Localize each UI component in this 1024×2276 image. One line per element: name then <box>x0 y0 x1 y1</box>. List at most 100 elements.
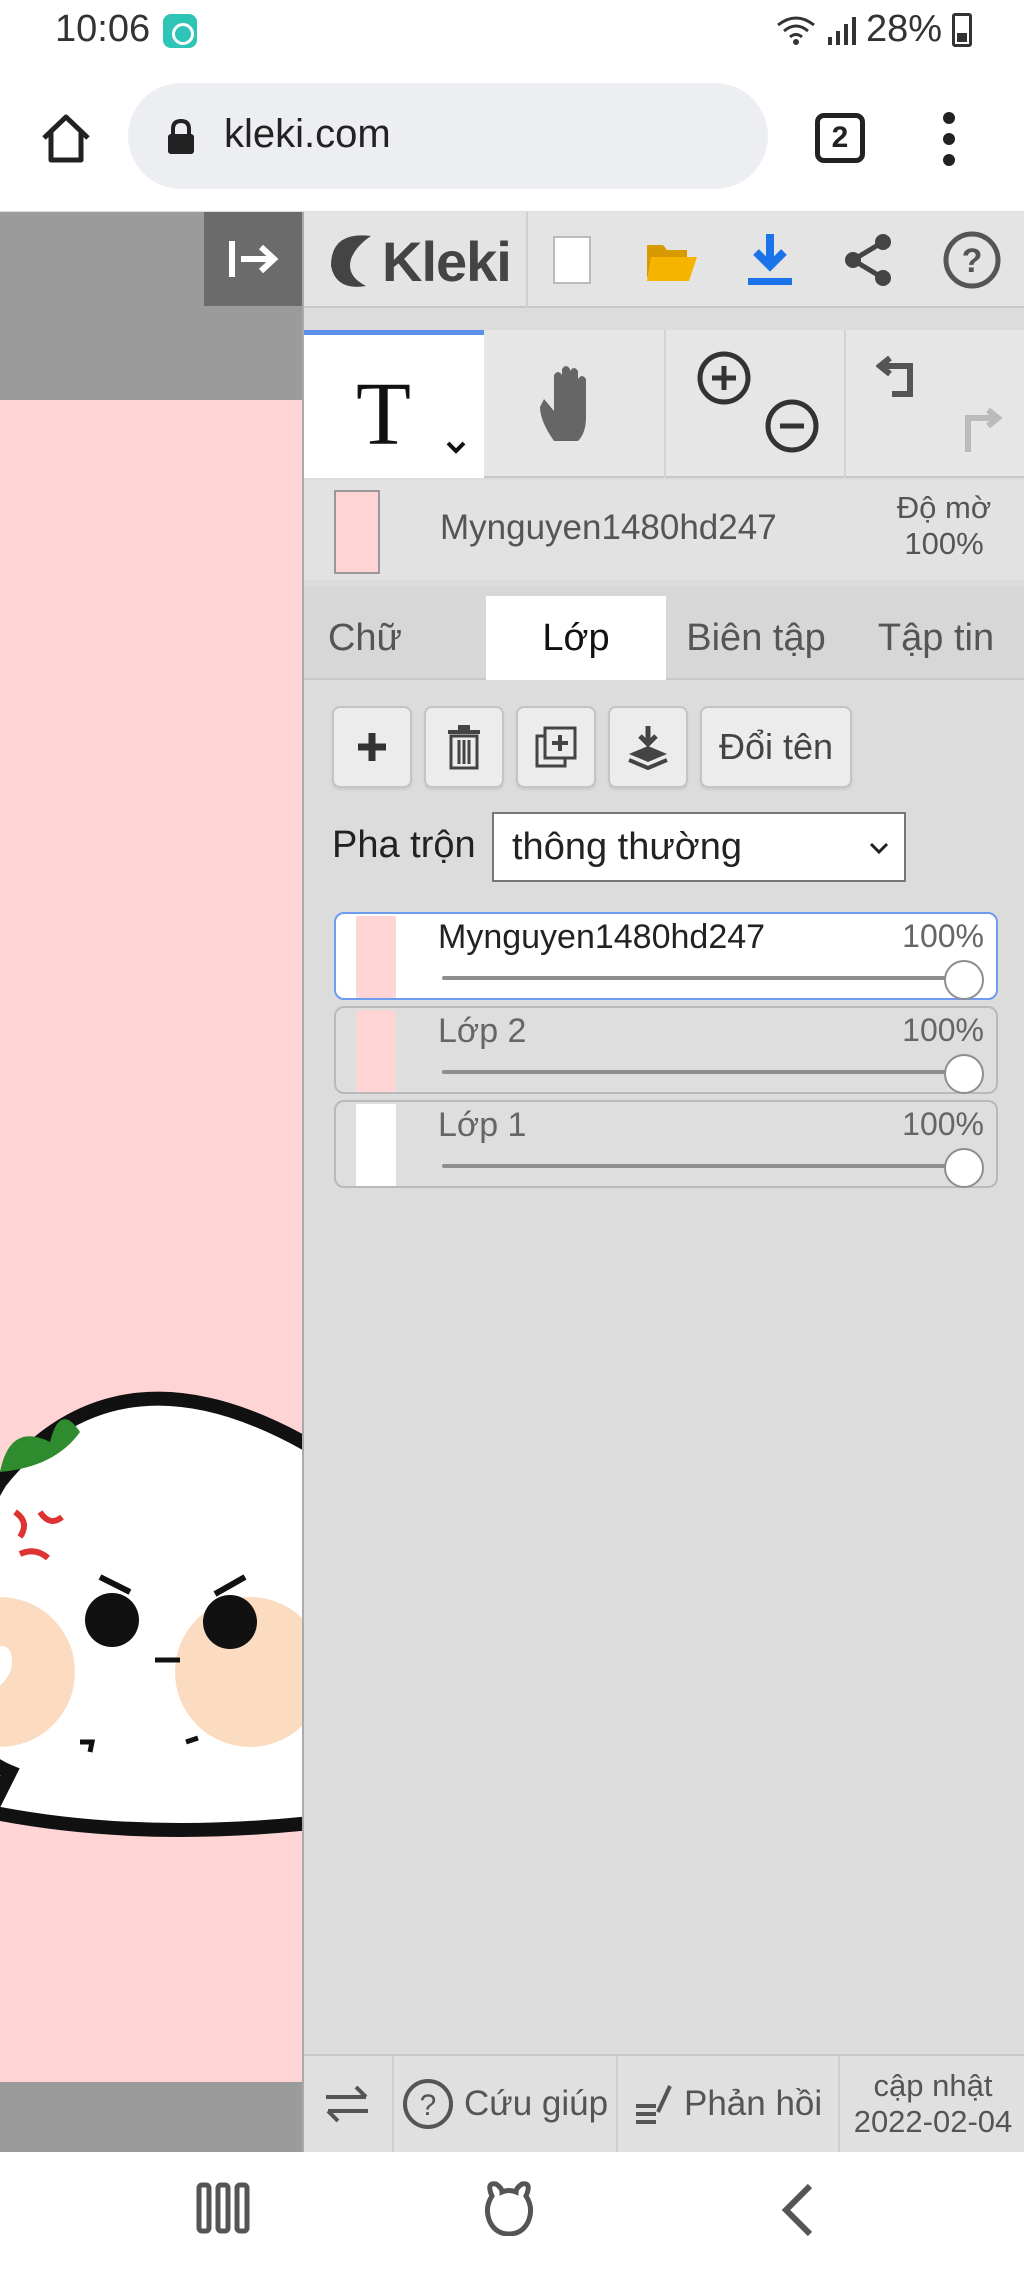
lock-icon <box>168 118 194 154</box>
update-label: cập nhật <box>873 2068 993 2103</box>
collapse-arrow-icon <box>229 241 279 277</box>
new-file-icon[interactable] <box>540 228 604 292</box>
redo-icon[interactable] <box>946 402 1002 458</box>
zoom-controls <box>666 330 846 478</box>
status-indicators: 28% <box>776 8 972 51</box>
layer-opacity: 100% <box>902 918 984 954</box>
feedback-button[interactable]: Phản hồi <box>634 2056 822 2152</box>
help-button[interactable]: ? Cứu giúp <box>402 2056 608 2152</box>
hand-icon <box>540 366 586 441</box>
side-panel: Kleki ? T Mynguyen1480hd247 Độ mờ 100% C… <box>302 212 1024 2152</box>
swap-side-button[interactable] <box>322 2056 372 2152</box>
panel-tabs: Chữ Lớp Biên tập Tập tin <box>304 586 1024 680</box>
tab-switcher-button[interactable]: 2 <box>815 113 865 163</box>
svg-text:?: ? <box>962 242 983 280</box>
chevron-down-icon[interactable] <box>444 435 468 459</box>
hand-tool-button[interactable] <box>484 330 666 478</box>
canvas-margin-bottom <box>0 2082 302 2152</box>
merge-down-button[interactable] <box>608 706 688 788</box>
wifi-icon <box>777 16 815 45</box>
tab-file[interactable]: Tập tin <box>846 596 1024 680</box>
layer-item[interactable]: Mynguyen1480hd247 100% <box>334 912 998 1000</box>
opacity-display: Độ mờ 100% <box>864 490 1024 562</box>
app-notification-icon <box>163 14 197 48</box>
text-tool-glyph: T <box>356 365 411 464</box>
layer-thumbnail <box>356 916 396 998</box>
opacity-slider-handle[interactable] <box>944 1148 984 1188</box>
layer-opacity: 100% <box>902 1012 984 1048</box>
blend-mode-select[interactable]: thông thường <box>492 812 906 882</box>
merge-down-icon <box>628 726 668 770</box>
back-icon[interactable] <box>778 2182 818 2238</box>
opacity-slider-track[interactable] <box>442 1164 956 1168</box>
layer-thumbnail <box>356 1104 396 1186</box>
app-name: Kleki <box>382 229 512 293</box>
swap-icon <box>326 2085 368 2123</box>
layer-item[interactable]: Lớp 2 100% <box>334 1006 998 1094</box>
opacity-label: Độ mờ <box>896 490 992 525</box>
tool-row: T <box>304 330 1024 478</box>
drawing-canvas[interactable] <box>0 212 302 2152</box>
opacity-slider-handle[interactable] <box>944 1054 984 1094</box>
update-date: 2022-02-04 <box>853 2104 1013 2139</box>
duplicate-icon <box>535 726 577 768</box>
layer-opacity: 100% <box>902 1106 984 1142</box>
layer-name: Lớp 2 <box>438 1012 527 1050</box>
browser-menu-icon[interactable] <box>935 108 963 168</box>
blend-mode-value: thông thường <box>512 826 742 868</box>
opacity-slider-handle[interactable] <box>944 960 984 1000</box>
zoom-in-icon[interactable] <box>696 350 752 406</box>
current-layer-name: Mynguyen1480hd247 <box>440 508 777 547</box>
download-icon[interactable] <box>738 228 802 292</box>
kleki-logo-icon <box>331 235 371 287</box>
current-layer-thumbnail[interactable] <box>334 490 380 574</box>
panel-top-bar: Kleki ? <box>304 212 1024 308</box>
recent-apps-icon[interactable] <box>196 2182 250 2234</box>
text-tool-button[interactable]: T <box>304 330 484 478</box>
layer-name: Mynguyen1480hd247 <box>438 918 766 956</box>
feedback-icon <box>636 2085 672 2124</box>
opacity-slider-track[interactable] <box>442 976 956 980</box>
system-nav-bar <box>0 2152 1024 2276</box>
add-layer-button[interactable] <box>332 706 412 788</box>
mascot-drawing <box>0 1391 302 1837</box>
layer-thumbnail <box>356 1010 396 1092</box>
chevron-down-icon <box>869 842 889 855</box>
opacity-slider-track[interactable] <box>442 1070 956 1074</box>
home-bear-icon[interactable] <box>482 2178 536 2236</box>
duplicate-layer-button[interactable] <box>516 706 596 788</box>
zoom-out-icon[interactable] <box>764 398 820 454</box>
tab-text[interactable]: Chữ <box>304 596 426 680</box>
battery-percent: 28% <box>865 8 942 50</box>
help-label: Cứu giúp <box>464 2084 609 2123</box>
signal-icon <box>827 16 856 45</box>
home-icon[interactable] <box>38 110 94 166</box>
tab-layers[interactable]: Lớp <box>486 596 666 680</box>
feedback-label: Phản hồi <box>684 2084 823 2123</box>
layer-name: Lớp 1 <box>438 1106 527 1144</box>
trash-icon <box>448 725 480 770</box>
blend-mode-label: Pha trộn <box>332 824 476 866</box>
layer-item[interactable]: Lớp 1 100% <box>334 1100 998 1188</box>
help-icon: ? <box>403 2079 453 2129</box>
update-info[interactable]: cập nhật 2022-02-04 <box>848 2056 1018 2152</box>
opacity-value: 100% <box>904 526 984 561</box>
status-bar: 10:06 28% <box>0 0 1024 62</box>
history-controls <box>846 330 1024 478</box>
collapse-panel-button[interactable] <box>204 212 302 306</box>
help-icon[interactable]: ? <box>940 228 1004 292</box>
current-layer-info: Mynguyen1480hd247 Độ mờ 100% <box>304 480 1024 580</box>
svg-text:?: ? <box>420 2089 437 2122</box>
delete-layer-button[interactable] <box>424 706 504 788</box>
battery-icon <box>952 12 972 47</box>
open-folder-icon[interactable] <box>640 228 704 292</box>
panel-footer: ? Cứu giúp Phản hồi cập nhật 2022-02-04 <box>304 2054 1024 2152</box>
tab-edit[interactable]: Biên tập <box>666 596 846 680</box>
share-icon[interactable] <box>836 228 900 292</box>
plus-icon <box>358 733 386 761</box>
undo-icon[interactable] <box>876 350 932 406</box>
status-time: 10:06 <box>55 8 151 50</box>
url-text[interactable]: kleki.com <box>224 112 391 157</box>
kleki-logo[interactable]: Kleki <box>326 226 512 296</box>
rename-layer-button[interactable]: Đổi tên <box>700 706 852 788</box>
